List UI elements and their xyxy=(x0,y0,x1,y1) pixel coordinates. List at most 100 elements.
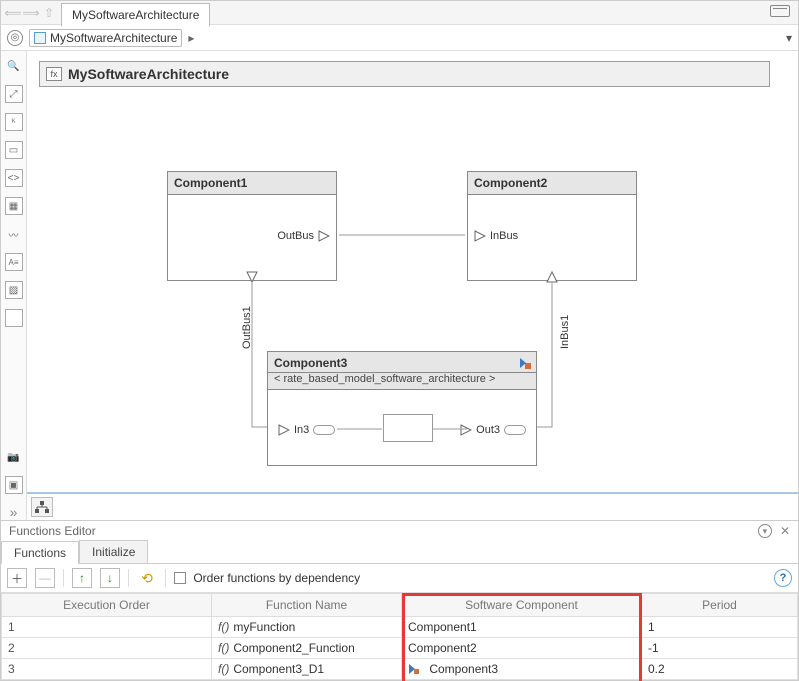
component3-in-port[interactable]: In3 xyxy=(278,424,335,436)
col-period[interactable]: Period xyxy=(642,594,798,617)
component1-out-port[interactable]: OutBus xyxy=(277,230,330,242)
cell-component: Component1 xyxy=(402,617,642,638)
left-toolbar: 🔍 ⤢ ᴷ ▭ <> ▦ 〰 A≡ ▨ 📷 ▣ » xyxy=(1,51,27,520)
fx-icon: f() xyxy=(218,641,229,655)
rect-tool-icon[interactable]: ▭ xyxy=(5,141,23,159)
component1-out-label: OutBus xyxy=(277,230,314,242)
nav-up-icon[interactable]: ⇧ xyxy=(41,5,57,21)
refresh-button[interactable]: ⟲ xyxy=(137,568,157,588)
functions-editor-panel: Functions Editor ▾ ✕ Functions Initializ… xyxy=(1,520,798,680)
fx-icon: f() xyxy=(218,662,229,676)
model-title-bar[interactable]: fx MySoftwareArchitecture xyxy=(39,61,770,87)
port-tri-down-icon xyxy=(246,271,258,283)
fit-view-icon[interactable]: ⤢ xyxy=(5,85,23,103)
cell-fn-label: myFunction xyxy=(233,620,295,634)
code-block-icon[interactable]: <> xyxy=(5,169,23,187)
help-button[interactable]: ? xyxy=(774,569,792,587)
move-up-button[interactable]: ↑ xyxy=(72,568,92,588)
order-by-dependency-checkbox[interactable]: Order functions by dependency xyxy=(174,571,360,585)
functions-tabs: Functions Initialize xyxy=(1,540,798,564)
col-function-name[interactable]: Function Name xyxy=(212,594,402,617)
minimize-panel-icon[interactable]: ▾ xyxy=(758,524,772,538)
tab-initialize[interactable]: Initialize xyxy=(79,540,148,563)
inner-block[interactable] xyxy=(383,414,433,442)
component1-bottom-port[interactable] xyxy=(246,271,258,286)
canvas-footer xyxy=(27,492,798,520)
fx-badge-icon: fx xyxy=(46,67,62,81)
in3-pill-icon xyxy=(313,425,335,435)
kappa-icon[interactable]: ᴷ xyxy=(5,113,23,131)
panel-icon[interactable]: ▦ xyxy=(5,197,23,215)
port-in3-icon xyxy=(278,424,290,436)
remove-function-button[interactable]: — xyxy=(35,568,55,588)
nav-forward-icon[interactable]: ⟹ xyxy=(23,5,39,21)
order-by-dependency-label: Order functions by dependency xyxy=(193,571,360,585)
model-title: MySoftwareArchitecture xyxy=(68,66,229,82)
model-ref-icon xyxy=(408,663,418,673)
component3-out-port[interactable]: Out3 xyxy=(460,424,526,436)
hierarchy-icon xyxy=(35,501,49,513)
breadcrumb-dropdown-icon[interactable]: ▾ xyxy=(786,31,792,45)
component2-block[interactable]: Component2 InBus xyxy=(467,171,637,281)
keyboard-glyph-icon xyxy=(770,5,790,17)
component2-in-label: InBus xyxy=(490,230,518,242)
fx-icon: f() xyxy=(218,620,229,634)
component2-in-port[interactable]: InBus xyxy=(474,230,518,242)
breadcrumb-model-label: MySoftwareArchitecture xyxy=(50,31,177,45)
breadcrumb-caret-icon: ▸ xyxy=(188,31,194,45)
text-annotation-icon[interactable]: A≡ xyxy=(5,253,23,271)
functions-toolbar: ＋ — ↑ ↓ ⟲ Order functions by dependency … xyxy=(1,564,798,593)
cell-order: 2 xyxy=(2,638,212,659)
simulate-icon[interactable]: ▣ xyxy=(5,476,23,494)
breadcrumb-model[interactable]: MySoftwareArchitecture xyxy=(29,29,182,47)
cell-period: 0.2 xyxy=(642,659,798,680)
component3-reference: < rate_based_model_software_architecture… xyxy=(268,373,536,390)
component3-title: Component3 xyxy=(268,352,536,373)
cell-fn: f() Component2_Function xyxy=(212,638,402,659)
table-row[interactable]: 3 f()Component3_D1 Component3 0.2 xyxy=(2,659,798,680)
port-tri-up-icon xyxy=(546,271,558,283)
col-execution-order[interactable]: Execution Order xyxy=(2,594,212,617)
image-icon[interactable]: ▨ xyxy=(5,281,23,299)
close-panel-icon[interactable]: ✕ xyxy=(780,524,790,538)
zoom-in-icon[interactable]: 🔍 xyxy=(5,57,23,75)
camera-icon[interactable]: 📷 xyxy=(5,448,23,466)
move-down-button[interactable]: ↓ xyxy=(100,568,120,588)
tab-functions[interactable]: Functions xyxy=(1,541,79,564)
functions-editor-titlebar: Functions Editor ▾ ✕ xyxy=(1,521,798,538)
more-tools-icon[interactable]: » xyxy=(10,504,18,520)
component2-bottom-port[interactable] xyxy=(546,271,558,286)
cell-fn-label: Component2_Function xyxy=(233,641,354,655)
cell-component: Component2 xyxy=(402,638,642,659)
canvas-wrap: fx MySoftwareArchitecture Component1 Out… xyxy=(27,51,798,520)
out3-pill-icon xyxy=(504,425,526,435)
component1-block[interactable]: Component1 OutBus xyxy=(167,171,337,281)
functions-table-wrap: Execution Order Function Name Software C… xyxy=(1,593,798,680)
scope-icon[interactable]: 〰 xyxy=(5,225,23,243)
toolbar-divider-2 xyxy=(128,569,129,587)
app-window: ⟸ ⟹ ⇧ MySoftwareArchitecture ◎ MySoftwar… xyxy=(0,0,799,681)
cell-fn: f() myFunction xyxy=(212,617,402,638)
model-reference-icon xyxy=(518,356,532,370)
col-software-component[interactable]: Software Component xyxy=(402,594,642,617)
toolbar-divider xyxy=(63,569,64,587)
inbus1-signal-label: InBus1 xyxy=(559,315,571,349)
table-row[interactable]: 2 f() Component2_Function Component2 -1 xyxy=(2,638,798,659)
target-icon[interactable]: ◎ xyxy=(7,30,23,46)
hierarchy-button[interactable] xyxy=(31,497,53,517)
tab-initialize-label: Initialize xyxy=(92,545,135,559)
work-area: 🔍 ⤢ ᴷ ▭ <> ▦ 〰 A≡ ▨ 📷 ▣ » fx MySoftwareA… xyxy=(1,51,798,520)
component3-block[interactable]: Component3 < rate_based_model_software_a… xyxy=(267,351,537,466)
keyboard-icon[interactable] xyxy=(762,1,798,24)
toolbar-divider-3 xyxy=(165,569,166,587)
port-in-icon xyxy=(474,230,486,242)
cell-period: -1 xyxy=(642,638,798,659)
tab-label: MySoftwareArchitecture xyxy=(72,8,199,22)
editor-tab-model[interactable]: MySoftwareArchitecture xyxy=(61,3,210,27)
table-row[interactable]: 1 f()myFunction Component1 1 xyxy=(2,617,798,638)
add-function-button[interactable]: ＋ xyxy=(7,568,27,588)
component1-title: Component1 xyxy=(168,172,336,195)
empty-block-icon[interactable] xyxy=(5,309,23,327)
diagram-canvas[interactable]: fx MySoftwareArchitecture Component1 Out… xyxy=(27,51,798,520)
nav-back-icon[interactable]: ⟸ xyxy=(5,5,21,21)
